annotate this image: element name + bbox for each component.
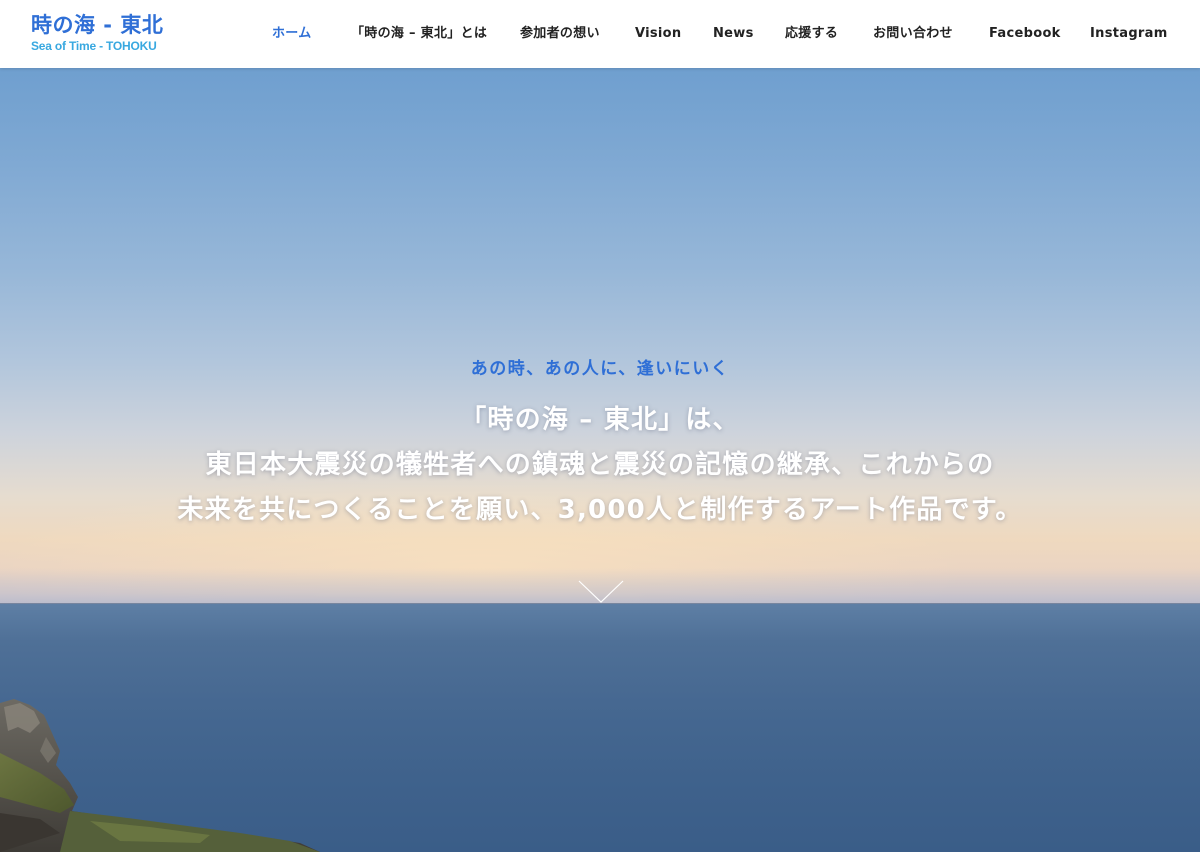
nav-item-vision[interactable]: Vision bbox=[635, 24, 681, 44]
hero-section: あの時、あの人に、逢いにいく 「時の海 – 東北」は、 東日本大震災の犠牲者への… bbox=[0, 68, 1200, 852]
nav-item-facebook[interactable]: Facebook bbox=[989, 24, 1061, 44]
nav-item-instagram[interactable]: Instagram bbox=[1090, 24, 1168, 44]
headline-line: 未来を共につくることを願い、3,000人と制作するアート作品です。 bbox=[177, 495, 1023, 525]
nav-item-support[interactable]: 応援する bbox=[785, 24, 838, 44]
hero-headline: 「時の海 – 東北」は、 東日本大震災の犠牲者への鎮魂と震災の記憶の継承、これか… bbox=[0, 398, 1200, 533]
site-header: 時の海 - 東北 Sea of Time - TOHOKU ホーム 「時の海 –… bbox=[0, 0, 1200, 68]
nav-item-about[interactable]: 「時の海 – 東北」とは bbox=[351, 24, 487, 44]
nav-item-participants[interactable]: 参加者の想い bbox=[520, 24, 600, 44]
headline-line: 「時の海 – 東北」は、 bbox=[460, 405, 740, 435]
main-nav: ホーム 「時の海 – 東北」とは 参加者の想い Vision News 応援する… bbox=[0, 0, 1200, 68]
headline-line: 東日本大震災の犠牲者への鎮魂と震災の記憶の継承、これからの bbox=[205, 450, 995, 480]
nav-item-news[interactable]: News bbox=[713, 24, 754, 44]
hero-tagline: あの時、あの人に、逢いにいく bbox=[470, 359, 730, 379]
nav-item-contact[interactable]: お問い合わせ bbox=[873, 24, 953, 44]
coastal-cliff-image bbox=[0, 699, 320, 852]
chevron-down-icon[interactable] bbox=[578, 580, 624, 604]
nav-item-home[interactable]: ホーム bbox=[272, 24, 312, 44]
